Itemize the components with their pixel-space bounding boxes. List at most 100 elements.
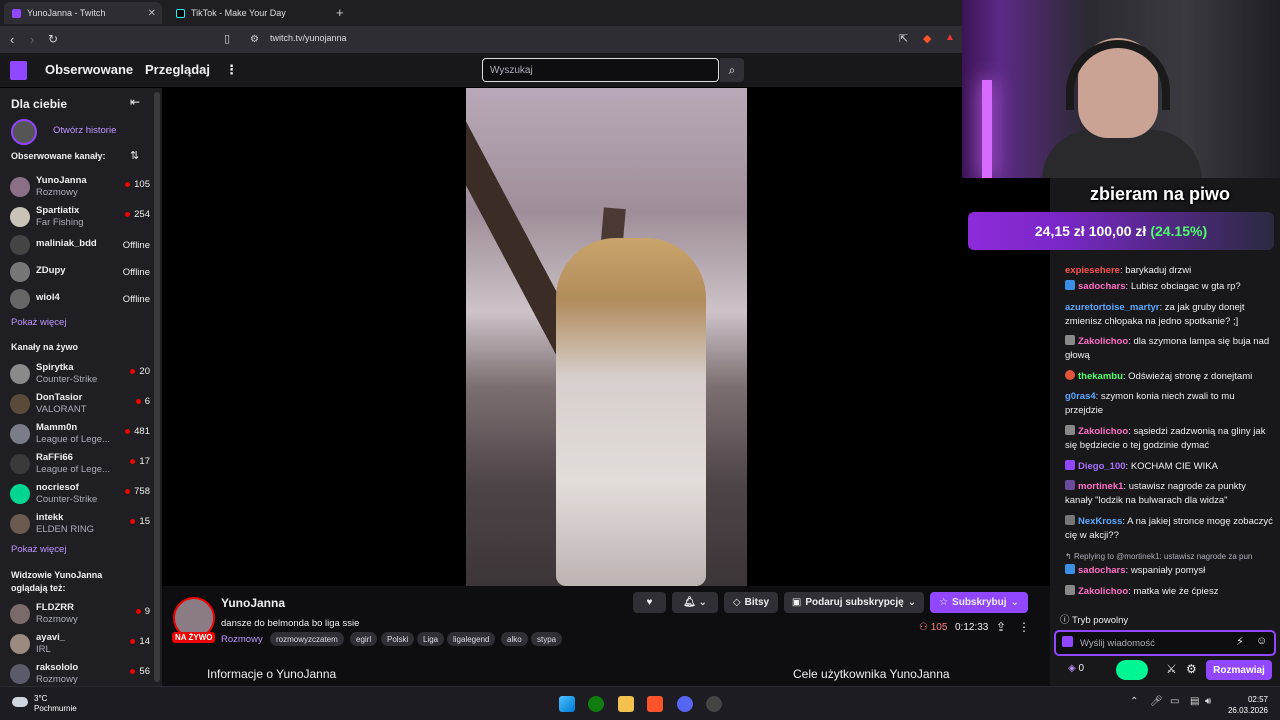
badge-icon xyxy=(1065,515,1075,525)
avatar xyxy=(10,235,30,255)
share-icon[interactable]: ⇪ xyxy=(996,620,1006,634)
discord-icon[interactable] xyxy=(677,696,693,712)
search-input[interactable]: Wyszukaj xyxy=(482,58,719,82)
subscribe-button[interactable]: ☆ Subskrybuj ⌄ xyxy=(930,592,1028,613)
sidebar-channel-spartiatix[interactable]: Spartiatix Far Fishing 254 xyxy=(10,204,150,232)
sidebar-channel-wiol4[interactable]: wiol4 Offline xyxy=(10,286,150,314)
chat-username[interactable]: sadochars xyxy=(1078,281,1126,292)
tab-twitch[interactable]: YunoJanna - Twitch ✕ xyxy=(4,2,162,24)
app-icon[interactable] xyxy=(706,696,722,712)
reload-icon[interactable]: ↻ xyxy=(48,32,58,46)
open-story-link[interactable]: Otwórz historie xyxy=(53,125,116,136)
points-bonus-button[interactable] xyxy=(1116,660,1148,680)
chat-username[interactable]: NexKross xyxy=(1078,516,1122,527)
story-avatar[interactable] xyxy=(11,119,37,145)
tray-chevron-up-icon[interactable]: ⌃ xyxy=(1130,696,1138,707)
twitch-logo-icon[interactable] xyxy=(10,61,27,80)
weather-widget[interactable]: 3°C Pochmurnie xyxy=(34,694,77,714)
video-player[interactable] xyxy=(162,88,1050,586)
sidebar-scrollbar[interactable] xyxy=(154,92,160,682)
show-more-followed[interactable]: Pokaż więcej xyxy=(11,317,66,328)
sidebar-channel-raksololo[interactable]: raksololo Rozmowy 56 xyxy=(10,661,150,689)
chat-username[interactable]: mortinek1 xyxy=(1078,481,1123,492)
sidebar-channel-yunojanna[interactable]: YunoJanna Rozmowy 105 xyxy=(10,174,150,202)
weather-cloud-icon[interactable] xyxy=(12,697,28,707)
chat-username[interactable]: Zakolichoo xyxy=(1078,586,1128,597)
follow-heart-icon[interactable]: ♥ xyxy=(633,592,666,613)
file-explorer-icon[interactable] xyxy=(618,696,634,712)
sidebar-channel-maliniak[interactable]: maliniak_bdd Offline xyxy=(10,232,150,260)
chat-username[interactable]: sadochars xyxy=(1078,565,1126,576)
brave-rewards-icon[interactable]: ▲ xyxy=(945,32,955,43)
brave-shield-icon[interactable]: ◆ xyxy=(923,32,931,45)
viewer-count: 254 xyxy=(125,209,150,220)
microphone-icon[interactable]: 🎤︎ xyxy=(1150,696,1163,707)
viewer-count: 6 xyxy=(136,396,150,407)
collapse-sidebar-icon[interactable]: ⇤ xyxy=(130,95,140,109)
effects-icon[interactable]: ⚡︎ xyxy=(1236,635,1244,648)
mod-icon[interactable]: ⚔ xyxy=(1166,662,1177,676)
tag[interactable]: egirl xyxy=(350,632,378,646)
viewer-count-value: 105 xyxy=(930,622,948,633)
sort-icon[interactable]: ⇅ xyxy=(130,149,139,162)
sidebar-channel-raffi66[interactable]: RaFFi66 League of Lege... 17 xyxy=(10,451,150,479)
forward-icon[interactable]: › xyxy=(30,32,34,47)
brave-browser-icon[interactable] xyxy=(647,696,663,712)
back-icon[interactable]: ‹ xyxy=(10,32,14,47)
channel-points[interactable]: ◈ 0 xyxy=(1068,663,1084,674)
tag[interactable]: alko xyxy=(501,632,528,646)
nav-browse[interactable]: Przeglądaj xyxy=(145,62,210,77)
chat-badge-icon[interactable] xyxy=(1062,636,1073,647)
viewer-count: 105 xyxy=(125,179,150,190)
nav-followed[interactable]: Obserwowane xyxy=(45,62,133,77)
more-options-icon[interactable]: ⋮ xyxy=(1018,620,1030,634)
notifications-bell-icon[interactable]: 🔔︎ ⌄ xyxy=(672,592,718,613)
settings-gear-icon[interactable]: ⚙ xyxy=(1186,662,1197,676)
stream-category[interactable]: Rozmowy xyxy=(221,634,263,645)
chat-username[interactable]: expiesehere xyxy=(1065,265,1120,276)
tag[interactable]: rozmowyzczatem xyxy=(270,632,344,646)
tab-tiktok[interactable]: TikTok - Make Your Day xyxy=(168,2,334,24)
gift-sub-button[interactable]: ▣ Podaruj subskrypcję ⌄ xyxy=(784,592,924,613)
network-icon[interactable]: ▤ xyxy=(1190,696,1199,707)
sidebar-channel-spirytka[interactable]: Spirytka Counter-Strike 20 xyxy=(10,361,150,389)
sidebar-channel-intekk[interactable]: intekk ELDEN RING 15 xyxy=(10,511,150,539)
sidebar-channel-mamm0n[interactable]: Mamm0n League of Lege... 481 xyxy=(10,421,150,449)
chat-username[interactable]: thekambu xyxy=(1078,371,1123,382)
search-icon[interactable]: ⌕ xyxy=(720,58,744,82)
chat-username[interactable]: Diego_100 xyxy=(1078,461,1126,472)
system-clock[interactable]: 02:57 26.03.2026 xyxy=(1218,694,1268,716)
channel-name[interactable]: YunoJanna xyxy=(221,596,285,610)
tag[interactable]: stypa xyxy=(531,632,563,646)
bookmark-icon[interactable]: ▯ xyxy=(224,32,230,45)
url-field[interactable]: twitch.tv/yunojanna xyxy=(270,33,347,43)
windows-start-icon[interactable] xyxy=(559,696,575,712)
chat-username[interactable]: Zakolichoo xyxy=(1078,336,1128,347)
sidebar-channel-fldzrr[interactable]: FLDZRR Rozmowy 9 xyxy=(10,601,150,629)
chat-username[interactable]: g0ras4 xyxy=(1065,391,1096,402)
sidebar-channel-nocriesof[interactable]: nocriesof Counter-Strike 758 xyxy=(10,481,150,509)
chevron-down-icon: ⌄ xyxy=(1010,597,1019,608)
sidebar-channel-ayavi[interactable]: ayavi_ IRL 14 xyxy=(10,631,150,659)
chat-send-button[interactable]: Rozmawiaj xyxy=(1206,660,1272,680)
site-info-icon[interactable]: ⚙ xyxy=(250,34,259,45)
chat-username[interactable]: azuretortoise_martyr xyxy=(1065,302,1160,313)
close-tab-icon[interactable]: ✕ xyxy=(148,8,156,19)
new-tab-icon[interactable]: + xyxy=(336,5,344,20)
tray-app-icon[interactable]: ▭ xyxy=(1170,696,1179,707)
tag[interactable]: Polski xyxy=(381,632,415,646)
sidebar-channel-dontasior[interactable]: DonTasior VALORANT 6 xyxy=(10,391,150,419)
bits-button[interactable]: ◇ Bitsy xyxy=(724,592,778,613)
chat-message: mortinek1: ustawisz nagrode za punkty ka… xyxy=(1065,480,1246,506)
chat-username[interactable]: Zakolichoo xyxy=(1078,426,1128,437)
volume-icon[interactable]: 🔊︎ xyxy=(1205,696,1211,707)
tag[interactable]: ligalegend xyxy=(447,632,496,646)
share-icon[interactable]: ⇱ xyxy=(899,32,908,45)
show-more-live[interactable]: Pokaż więcej xyxy=(11,544,66,555)
emote-icon[interactable]: ☺ xyxy=(1256,635,1267,647)
channel-game: League of Lege... xyxy=(36,434,110,445)
more-menu-icon[interactable]: ⋮ xyxy=(225,62,238,78)
xbox-icon[interactable] xyxy=(588,696,604,712)
tag[interactable]: Liga xyxy=(417,632,445,646)
sidebar-channel-zdupy[interactable]: ZDupy Offline xyxy=(10,259,150,287)
